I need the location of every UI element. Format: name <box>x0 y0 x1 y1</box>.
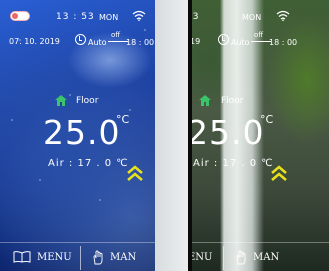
bottom-bar: ENU MAN <box>192 242 329 271</box>
weekday: MON <box>242 13 262 22</box>
toggle-knob-icon <box>12 13 18 19</box>
manual-button[interactable]: MAN <box>92 243 136 271</box>
manual-button[interactable]: MAN <box>235 243 279 271</box>
set-temperature[interactable]: 25.0 <box>43 113 120 152</box>
clock-time: 13 : 53 <box>56 12 95 22</box>
man-label: MAN <box>110 251 137 263</box>
bottom-bar: MENU MAN <box>0 242 155 271</box>
home-icon <box>55 95 67 106</box>
thermostat-screen-2: 53 MON 19 Auto off 18 : 00 Floor 25.0 °C… <box>192 0 329 271</box>
clock-time: 53 <box>192 12 200 22</box>
hand-icon <box>93 250 103 264</box>
clock-icon <box>75 34 86 45</box>
schedule-state: off <box>254 31 264 39</box>
home-icon <box>199 95 211 106</box>
menu-label: MENU <box>37 251 72 263</box>
thermostat-screen-1: 13 : 53 MON 07. 10. 2019 Auto off 18 : 0… <box>0 0 155 271</box>
hand-icon <box>236 250 246 264</box>
wifi-icon <box>132 10 146 21</box>
schedule-mode[interactable]: Auto <box>88 38 107 47</box>
man-label: MAN <box>253 251 280 263</box>
chevron-up-icon[interactable] <box>127 165 143 183</box>
book-icon <box>13 251 31 263</box>
schedule-time[interactable]: 18 : 00 <box>126 38 154 47</box>
status-bar: 13 : 53 MON <box>0 9 155 25</box>
temperature-unit: °C <box>116 113 130 126</box>
schedule-mode[interactable]: Auto <box>231 38 250 47</box>
background-gap <box>155 0 192 271</box>
set-temperature[interactable]: 25.0 <box>192 113 264 152</box>
air-temperature: Air : 17 . 0 ℃ <box>193 158 274 169</box>
schedule-time[interactable]: 18 : 00 <box>269 38 297 47</box>
button-divider <box>223 246 224 270</box>
date: 07. 10. 2019 <box>9 37 60 46</box>
zone-label: Floor <box>76 96 99 106</box>
schedule-state: off <box>111 31 121 39</box>
schedule-line <box>108 41 128 42</box>
date: 19 <box>192 37 201 46</box>
zone-label: Floor <box>221 96 244 106</box>
clock-icon <box>218 34 229 45</box>
air-temperature: Air : 17 . 0 ℃ <box>48 158 129 169</box>
status-bar: 53 MON <box>192 9 329 25</box>
weekday: MON <box>99 13 119 22</box>
menu-label: ENU <box>192 251 213 263</box>
wifi-icon <box>276 10 290 21</box>
button-divider <box>80 246 81 270</box>
schedule-line <box>251 41 271 42</box>
menu-button[interactable]: ENU <box>192 243 212 271</box>
menu-button[interactable]: MENU <box>13 243 72 271</box>
temperature-unit: °C <box>260 113 274 126</box>
power-toggle[interactable] <box>10 11 30 21</box>
chevron-up-icon[interactable] <box>271 165 287 183</box>
